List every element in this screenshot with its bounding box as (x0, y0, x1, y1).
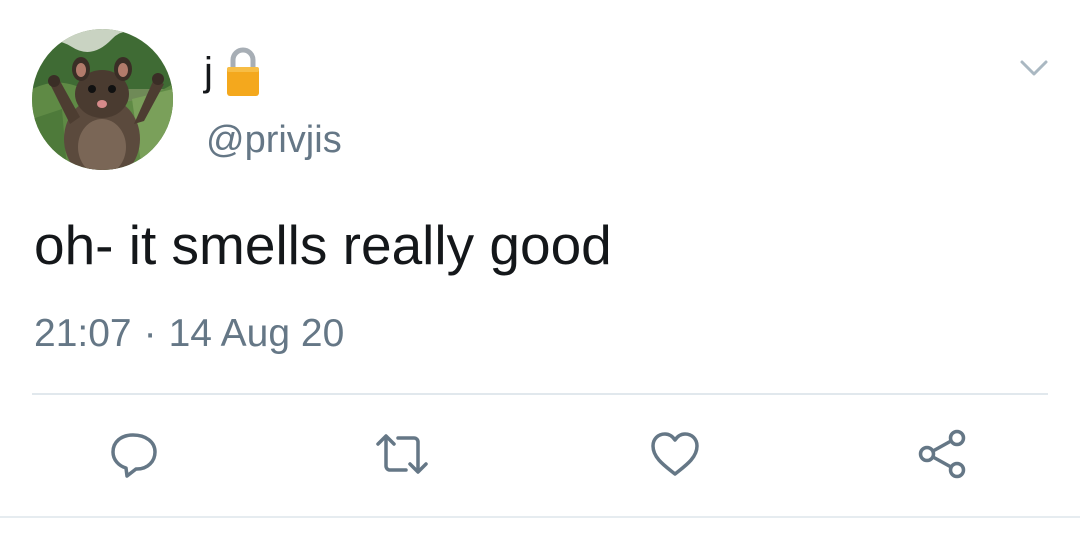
timestamp[interactable]: 21:07 · 14 Aug 20 (34, 311, 344, 358)
retweet-button[interactable] (374, 426, 430, 482)
separator-dot: · (143, 312, 157, 355)
heart-icon (651, 432, 699, 476)
handle[interactable]: @privjis (206, 118, 342, 164)
chevron-down-icon[interactable] (1016, 54, 1052, 82)
lock-icon (225, 46, 261, 98)
bottom-divider (0, 516, 1080, 518)
share-button[interactable] (915, 426, 971, 482)
avatar[interactable] (32, 29, 173, 170)
divider (32, 393, 1048, 395)
tweet-date: 14 Aug 20 (168, 312, 345, 355)
retweet-icon (376, 434, 428, 474)
tweet-text: oh- it smells really good (34, 214, 612, 276)
reply-button[interactable] (106, 426, 162, 482)
reply-icon (111, 433, 157, 478)
tweet-time: 21:07 (34, 312, 132, 355)
share-icon (918, 429, 966, 479)
like-button[interactable] (647, 426, 703, 482)
display-name[interactable]: j (204, 52, 213, 92)
avatar-image (32, 29, 173, 170)
display-name-row: j (204, 43, 261, 101)
